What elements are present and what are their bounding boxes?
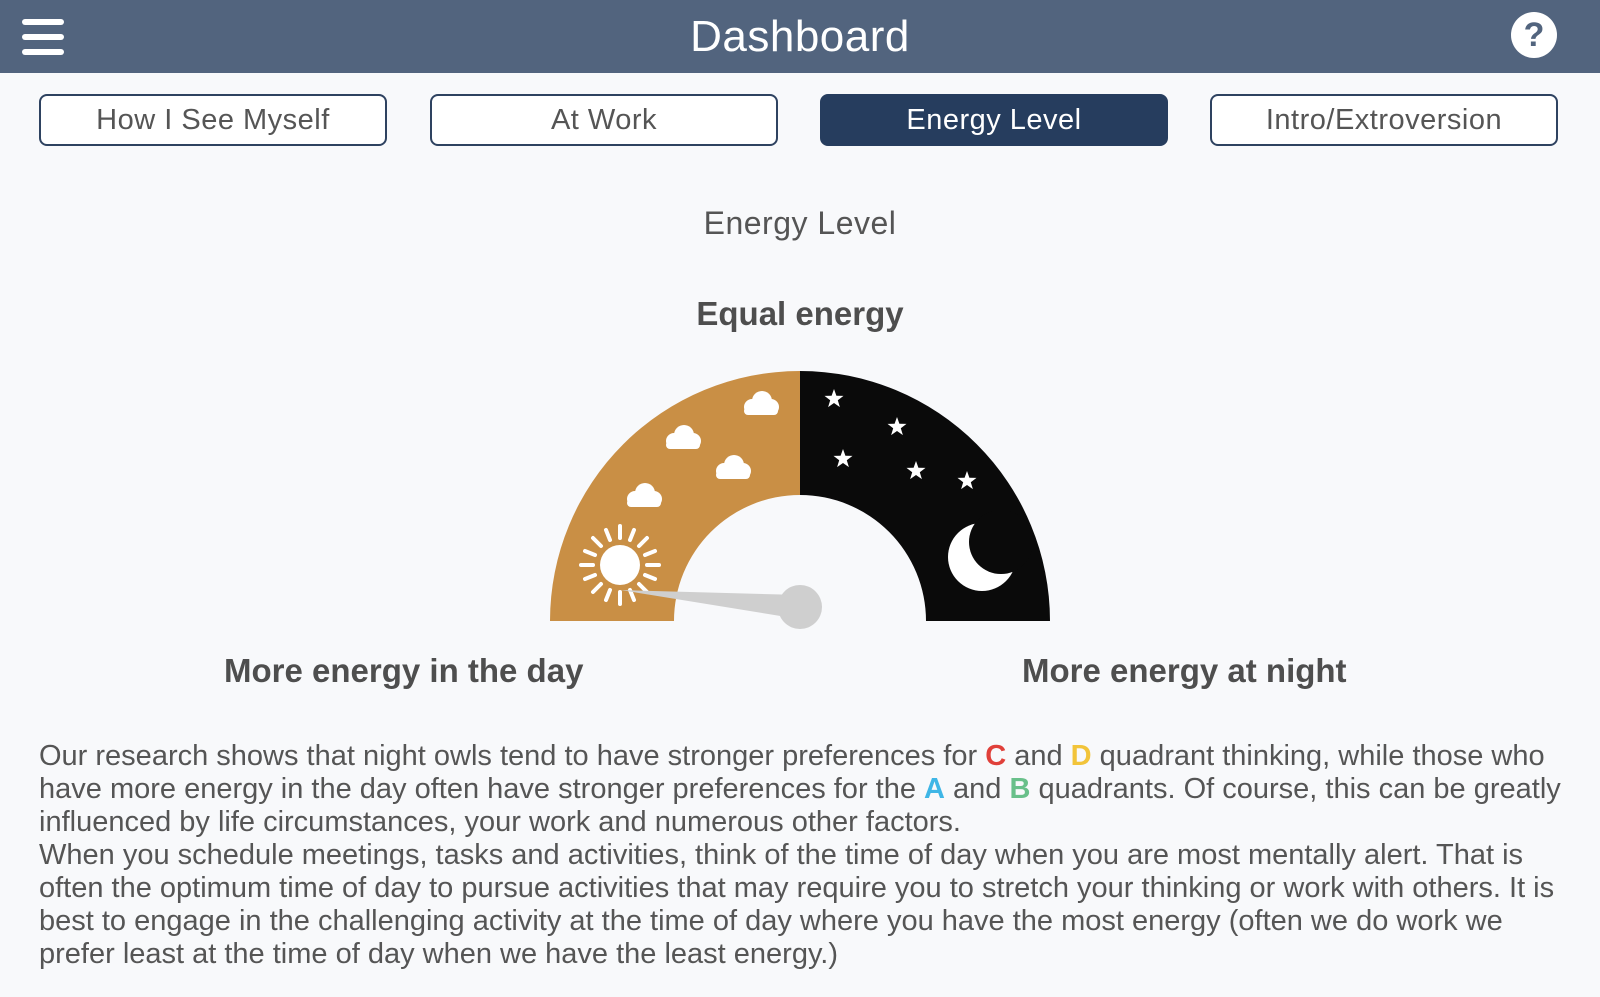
page-title: Dashboard [690, 12, 910, 61]
energy-gauge [550, 371, 1050, 629]
quadrant-b-label: B [1009, 773, 1031, 805]
description-text: Our research shows that night owls tend … [39, 740, 1579, 971]
description-paragraph-2: When you schedule meetings, tasks and ac… [39, 839, 1555, 970]
quadrant-a-label: A [924, 773, 945, 805]
tab-how-i-see-myself[interactable]: How I See Myself [39, 94, 387, 146]
tab-energy-level[interactable]: Energy Level [820, 94, 1168, 146]
description-paragraph-1: Our research shows that night owls tend … [39, 740, 1579, 839]
description-text-segment: and [1006, 740, 1071, 772]
description-text-segment: Our research shows that night owls tend … [39, 740, 986, 772]
question-mark-icon[interactable]: ? [1511, 12, 1557, 58]
top-bar: Dashboard ? [0, 0, 1600, 73]
gauge-top-label: Equal energy [696, 295, 904, 332]
gauge-night-segment [800, 371, 1050, 621]
gauge-left-label: More energy in the day [224, 652, 584, 689]
quadrant-d-label: D [1070, 740, 1092, 772]
section-title: Energy Level [703, 205, 897, 241]
description-text-segment: and [944, 773, 1010, 805]
gauge-right-label: More energy at night [1022, 652, 1347, 689]
tab-intro-extroversion[interactable]: Intro/Extroversion [1210, 94, 1558, 146]
quadrant-c-label: C [985, 740, 1007, 772]
tab-at-work[interactable]: At Work [430, 94, 778, 146]
